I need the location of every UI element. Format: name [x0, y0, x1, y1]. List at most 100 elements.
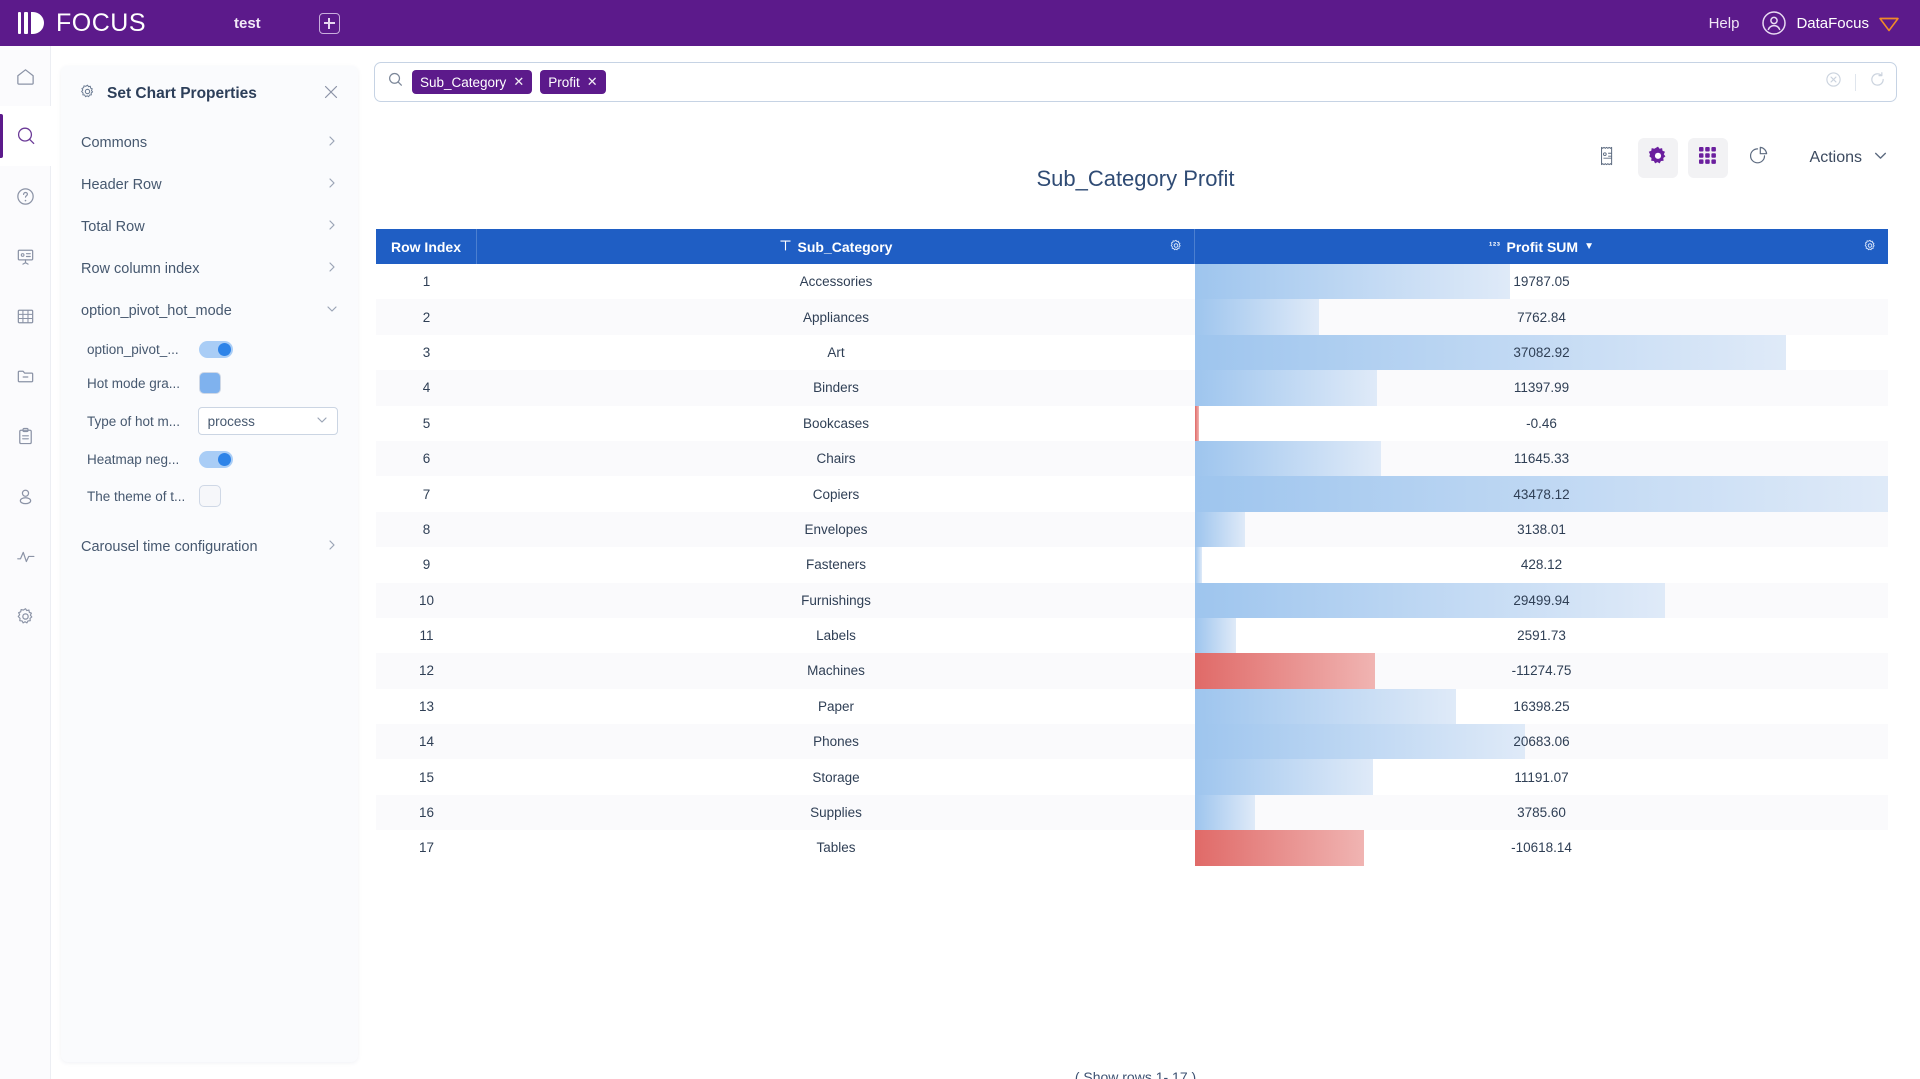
- close-icon[interactable]: ✕: [587, 74, 598, 90]
- close-icon[interactable]: ✕: [513, 74, 524, 90]
- table-row[interactable]: 14 Phones 20683.06: [376, 724, 1888, 760]
- column-header-row-index[interactable]: Row Index: [376, 229, 477, 264]
- panel-header: Set Chart Properties: [61, 66, 358, 122]
- prop-group-header-row[interactable]: Header Row: [61, 164, 358, 206]
- setting-type-of-hot-mode[interactable]: Type of hot m... process: [61, 400, 358, 442]
- user-menu[interactable]: DataFocus: [1761, 10, 1900, 36]
- cell-profit-sum: -0.46: [1195, 405, 1888, 441]
- cell-profit-sum: 428.12: [1195, 547, 1888, 583]
- cell-value-label: 11191.07: [1514, 769, 1569, 785]
- heatmap-negative-toggle[interactable]: [199, 450, 233, 468]
- cell-row-index: 2: [422, 309, 431, 325]
- cell-value-label: 3138.01: [1517, 521, 1566, 537]
- column-header-profit-sum[interactable]: ¹²³ Profit SUM ▼: [1195, 229, 1888, 264]
- setting-heatmap-negative[interactable]: Heatmap neg...: [61, 442, 358, 476]
- cell-profit-sum: 3138.01: [1195, 511, 1888, 548]
- column-header-sub-category[interactable]: Sub_Category: [477, 229, 1195, 264]
- cell-sub-category: Appliances: [802, 309, 870, 325]
- cell-row-index: 3: [422, 344, 431, 360]
- sidebar-item-table[interactable]: [0, 286, 51, 346]
- table-row[interactable]: 5 Bookcases -0.46: [376, 405, 1888, 441]
- gear-icon[interactable]: [1169, 238, 1183, 255]
- prop-group-label: option_pivot_hot_mode: [81, 303, 232, 319]
- tab-test[interactable]: test: [234, 15, 261, 32]
- prop-group-carousel-time-configuration[interactable]: Carousel time configuration: [61, 526, 358, 568]
- close-icon[interactable]: [324, 85, 338, 104]
- top-bar: FOCUS test Help DataFocus: [0, 0, 1920, 46]
- table-row[interactable]: 16 Supplies 3785.60: [376, 794, 1888, 831]
- cell-sub-category: Machines: [807, 663, 865, 679]
- clear-circle-icon[interactable]: [1825, 71, 1842, 93]
- actions-menu[interactable]: Actions: [1810, 148, 1888, 168]
- table-row[interactable]: 15 Storage 11191.07: [376, 759, 1888, 795]
- refresh-icon[interactable]: [1869, 71, 1886, 93]
- column-label: Sub_Category: [797, 238, 893, 255]
- prop-group-row-column-index[interactable]: Row column index: [61, 248, 358, 290]
- cell-value-label: 29499.94: [1513, 592, 1570, 608]
- table-row[interactable]: 17 Tables -10618.14: [376, 830, 1888, 866]
- sort-desc-icon[interactable]: ▼: [1584, 241, 1594, 252]
- table-row[interactable]: 6 Chairs 11645.33: [376, 440, 1888, 477]
- user-icon: [15, 486, 36, 507]
- cell-value-label: 7762.84: [1517, 309, 1566, 325]
- table-row[interactable]: 13 Paper 16398.25: [376, 688, 1888, 725]
- table-row[interactable]: 3 Art 37082.92: [376, 334, 1888, 371]
- sidebar-item-help[interactable]: [0, 166, 51, 226]
- setting-option-pivot[interactable]: option_pivot_...: [61, 332, 358, 366]
- setting-theme[interactable]: The theme of t...: [61, 476, 358, 516]
- cell-sub-category: Storage: [812, 769, 860, 785]
- sidebar-item-home[interactable]: [0, 46, 51, 106]
- table-row[interactable]: 2 Appliances 7762.84: [376, 299, 1888, 335]
- table-row[interactable]: 12 Machines -11274.75: [376, 653, 1888, 689]
- divider: [1855, 73, 1856, 91]
- prop-group-total-row[interactable]: Total Row: [61, 206, 358, 248]
- logo-text: FOCUS: [56, 8, 146, 37]
- setting-hot-mode-gradient[interactable]: Hot mode gra...: [61, 366, 358, 400]
- sidebar-item-user[interactable]: [0, 466, 51, 526]
- search-bar[interactable]: Sub_Category ✕ Profit ✕: [374, 62, 1897, 102]
- cell-value-label: 428.12: [1520, 557, 1563, 573]
- type-of-hot-mode-select[interactable]: process: [197, 407, 338, 435]
- prop-group-commons[interactable]: Commons: [61, 122, 358, 164]
- gear-icon[interactable]: [1863, 238, 1877, 255]
- table-row[interactable]: 1 Accessories 19787.05: [376, 264, 1888, 300]
- prop-group-option-pivot-hot-mode[interactable]: option_pivot_hot_mode: [61, 290, 358, 332]
- sidebar-item-folder[interactable]: [0, 346, 51, 406]
- prop-group-label: Carousel time configuration: [81, 539, 258, 555]
- sidebar-item-presentation[interactable]: [0, 226, 51, 286]
- chip-label: Sub_Category: [420, 74, 507, 90]
- table-row[interactable]: 8 Envelopes 3138.01: [376, 511, 1888, 548]
- cell-sub-category: Labels: [816, 628, 856, 644]
- cell-sub-category: Accessories: [799, 274, 873, 290]
- table-row[interactable]: 7 Copiers 43478.12: [376, 476, 1888, 512]
- setting-label: Hot mode gra...: [87, 375, 181, 391]
- table-row[interactable]: 4 Binders 11397.99: [376, 370, 1888, 406]
- theme-color-swatch[interactable]: [199, 485, 221, 507]
- sidebar-item-search[interactable]: [0, 106, 51, 166]
- cell-row-index: 4: [422, 380, 431, 396]
- sidebar-item-clipboard[interactable]: [0, 406, 51, 466]
- cell-row-index: 11: [419, 628, 434, 644]
- search-bar-actions: [1825, 71, 1886, 93]
- search-chip-sub-category[interactable]: Sub_Category ✕: [412, 70, 533, 94]
- cell-row-index: 5: [422, 415, 431, 431]
- app-logo[interactable]: FOCUS: [18, 9, 146, 38]
- cell-profit-sum: 43478.12: [1195, 476, 1888, 512]
- sidebar-item-settings[interactable]: [0, 586, 51, 646]
- cell-row-index: 1: [422, 274, 431, 290]
- cell-value-label: -10618.14: [1511, 840, 1572, 856]
- cell-profit-sum: 37082.92: [1195, 334, 1888, 371]
- cell-value-label: 3785.60: [1517, 805, 1566, 821]
- table-row[interactable]: 10 Furnishings 29499.94: [376, 582, 1888, 618]
- hot-mode-color-swatch[interactable]: [199, 372, 221, 394]
- chevron-right-icon: [326, 135, 338, 151]
- user-name: DataFocus: [1796, 14, 1869, 32]
- option-pivot-toggle[interactable]: [199, 340, 233, 358]
- search-chip-profit[interactable]: Profit ✕: [540, 70, 606, 94]
- help-link[interactable]: Help: [1709, 15, 1740, 32]
- table-row[interactable]: 11 Labels 2591.73: [376, 617, 1888, 654]
- table-row[interactable]: 9 Fasteners 428.12: [376, 547, 1888, 583]
- cell-value-label: 2591.73: [1517, 628, 1566, 644]
- plus-square-icon[interactable]: [318, 12, 340, 34]
- sidebar-item-monitor[interactable]: [0, 526, 51, 586]
